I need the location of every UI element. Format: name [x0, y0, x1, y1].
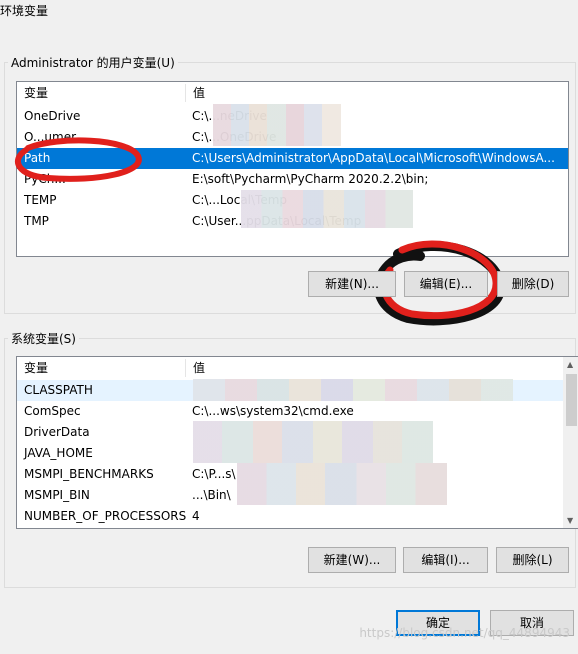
var-value: C:\Users\Administrator\AppData\Local\Mic…	[192, 151, 555, 165]
column-separator[interactable]	[185, 84, 186, 102]
system-delete-button[interactable]: 删除(L)	[496, 547, 569, 573]
system-edit-button[interactable]: 编辑(I)...	[403, 547, 488, 573]
var-value: C:\P...s\	[192, 467, 236, 481]
var-name: DriverData	[24, 425, 90, 439]
var-name: JAVA_HOME	[24, 446, 93, 460]
pixelation-mask	[237, 463, 447, 505]
watermark: https://blog.csdn.net/qq_44894943	[359, 626, 570, 640]
annotation-circle-path	[14, 137, 142, 182]
var-value: ...\Bin\	[192, 488, 231, 502]
system-vars-list[interactable]: 变量 值 CLASSPATH ComSpec C:\...ws\system32…	[16, 356, 578, 529]
column-header-name[interactable]: 变量	[24, 82, 48, 104]
var-name: CLASSPATH	[24, 383, 93, 397]
system-vars-label: 系统变量(S)	[8, 330, 79, 347]
user-delete-button[interactable]: 删除(D)	[497, 271, 569, 297]
var-name: MSMPI_BENCHMARKS	[24, 467, 154, 481]
user-edit-button[interactable]: 编辑(E)...	[404, 271, 488, 297]
user-vars-header: 变量 值	[17, 82, 568, 104]
system-new-button[interactable]: 新建(W)...	[308, 547, 396, 573]
column-separator[interactable]	[185, 359, 186, 377]
pixelation-mask	[193, 379, 513, 401]
var-value: 4	[192, 509, 200, 523]
var-name: TMP	[24, 214, 49, 228]
system-vars-header: 变量 值	[17, 357, 578, 379]
var-name: MSMPI_BIN	[24, 488, 90, 502]
pixelation-mask	[193, 421, 433, 463]
var-value: E:\soft\Pycharm\PyCharm 2020.2.2\bin;	[192, 172, 429, 186]
list-item[interactable]: NUMBER_OF_PROCESSORS 4	[17, 506, 578, 527]
column-header-name[interactable]: 变量	[24, 357, 48, 379]
scrollbar-thumb[interactable]	[566, 374, 577, 426]
system-vars-scrollbar[interactable]: ▲ ▼	[563, 357, 578, 528]
list-item[interactable]: ComSpec C:\...ws\system32\cmd.exe	[17, 401, 578, 422]
var-name: TEMP	[24, 193, 57, 207]
var-name: NUMBER_OF_PROCESSORS	[24, 509, 187, 523]
var-value: C:\...ws\system32\cmd.exe	[192, 404, 354, 418]
user-new-button[interactable]: 新建(N)...	[308, 271, 396, 297]
scroll-up-icon[interactable]: ▲	[567, 360, 573, 369]
user-vars-label: Administrator 的用户变量(U)	[8, 54, 178, 71]
pixelation-mask	[213, 104, 341, 146]
var-name: ComSpec	[24, 404, 81, 418]
column-header-value[interactable]: 值	[193, 357, 205, 379]
window-title: 环境变量	[0, 4, 49, 18]
scroll-down-icon[interactable]: ▼	[567, 516, 573, 525]
pixelation-mask	[241, 190, 413, 228]
column-header-value[interactable]: 值	[193, 82, 205, 104]
var-name: OneDrive	[24, 109, 81, 123]
